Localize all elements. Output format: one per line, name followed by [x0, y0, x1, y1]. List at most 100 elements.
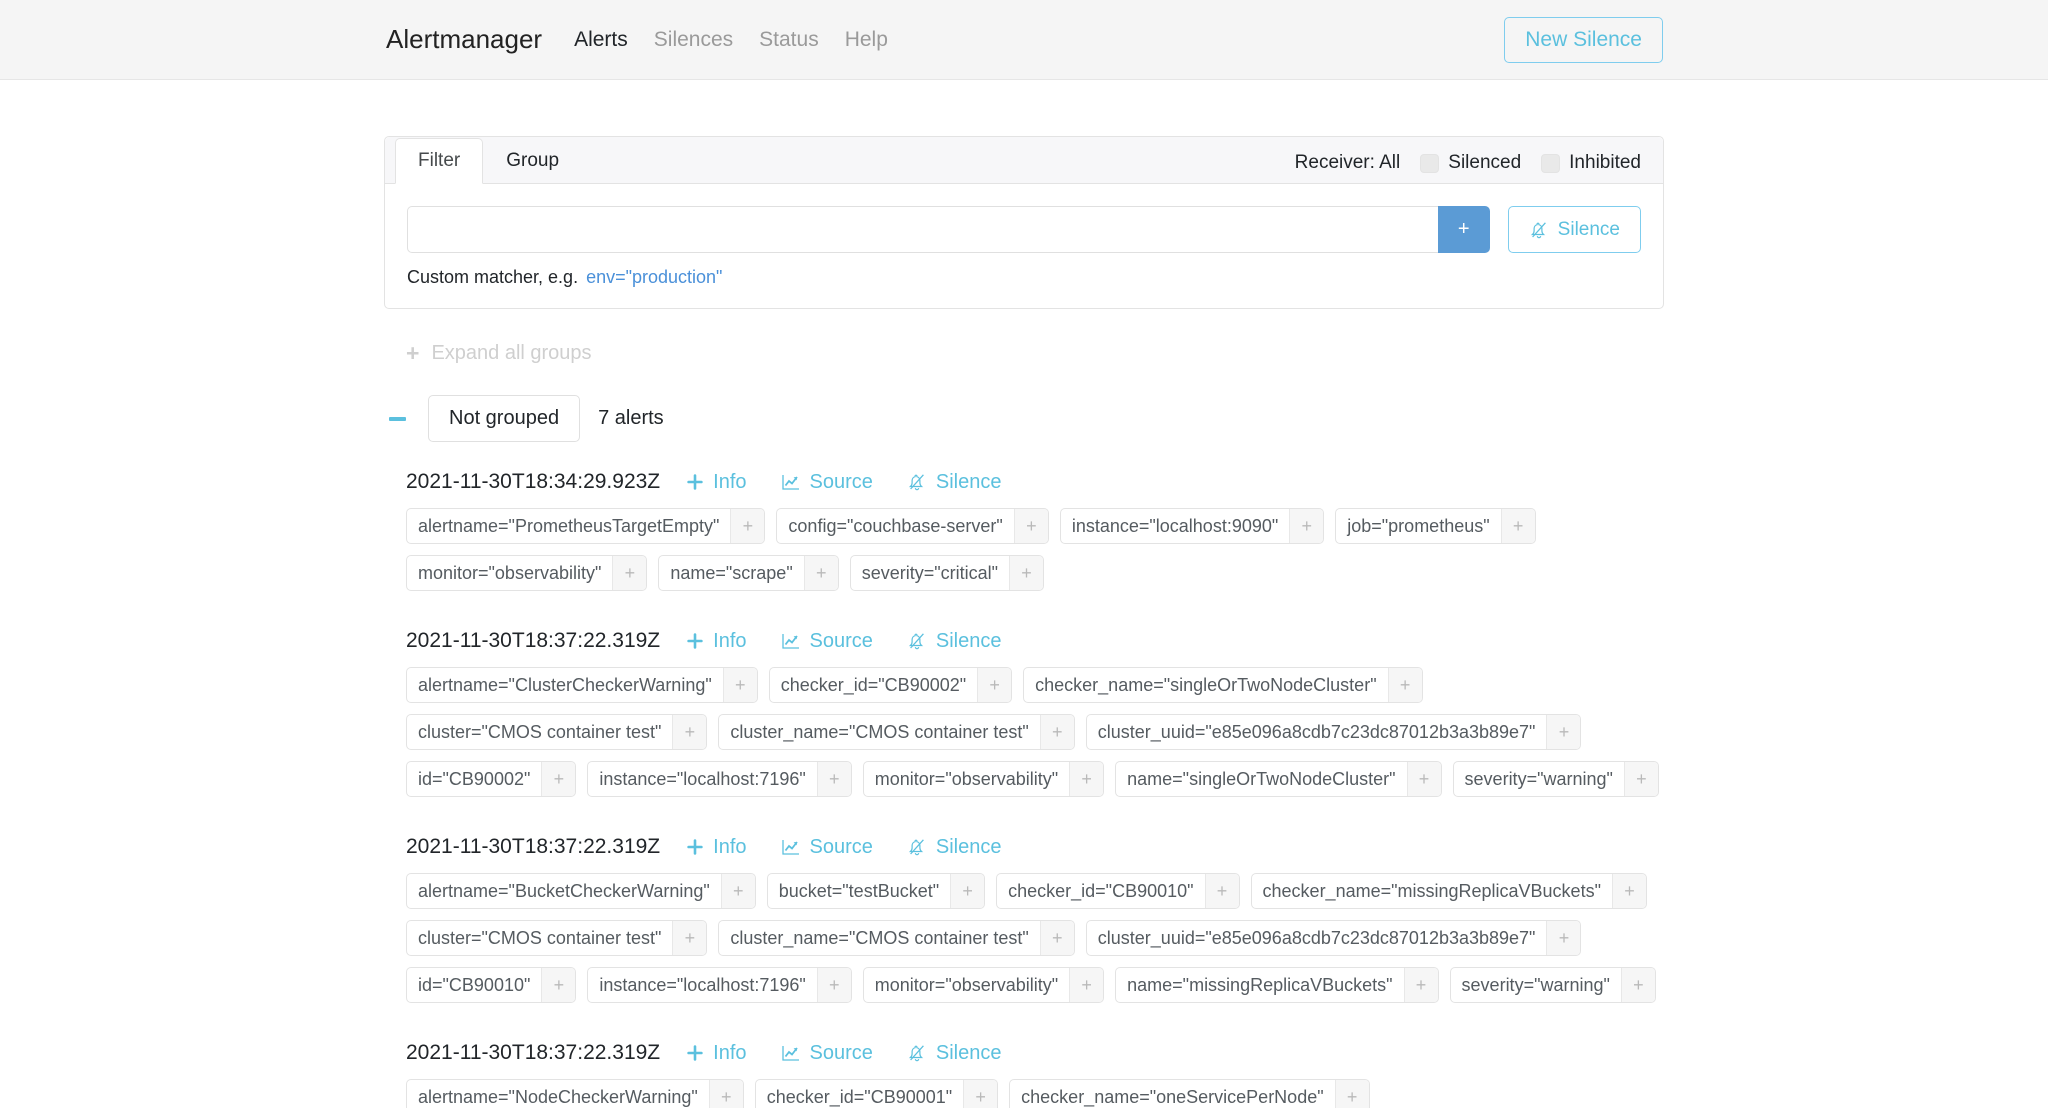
bell-slash-icon: [907, 472, 927, 492]
alert-timestamp: 2021-11-30T18:37:22.319Z: [406, 629, 661, 652]
alert-source-link[interactable]: Source: [781, 836, 873, 859]
alert-label-text: alertname="BucketCheckerWarning": [418, 880, 710, 901]
alert-label-text: name="missingReplicaVBuckets": [1127, 974, 1393, 995]
chart-line-icon: [781, 1044, 801, 1062]
add-label-filter-button[interactable]: +: [541, 762, 576, 796]
nav-link-status[interactable]: Status: [759, 28, 819, 52]
matcher-hint-example[interactable]: env="production": [586, 267, 722, 287]
add-label-filter-button[interactable]: +: [1403, 968, 1438, 1002]
silenced-checkbox-label: Silenced: [1448, 152, 1522, 173]
add-label-filter-button[interactable]: +: [1406, 762, 1441, 796]
filter-panel-body: + Silence Custom matcher, e.g. env="produ…: [385, 184, 1663, 308]
add-label-filter-button[interactable]: +: [720, 874, 755, 908]
alert-silence-label: Silence: [935, 1041, 1002, 1064]
add-label-filter-button[interactable]: +: [1611, 874, 1646, 908]
silenced-checkbox[interactable]: [1420, 153, 1440, 173]
add-label-filter-button[interactable]: +: [803, 556, 838, 590]
alert-label-text: severity="critical": [861, 562, 999, 583]
alert-label-chip: id="CB90002" +: [406, 761, 577, 797]
alert-label-chip: checker_id="CB90001" +: [754, 1079, 999, 1108]
alert-label-text: id="CB90010": [418, 974, 531, 995]
alert-header: 2021-11-30T18:37:22.319Z Info Source Silenc…: [406, 1041, 1664, 1065]
receiver-selector[interactable]: Receiver: All: [1295, 152, 1401, 174]
add-label-filter-button[interactable]: +: [963, 1080, 998, 1108]
add-label-filter-button[interactable]: +: [977, 668, 1012, 702]
alert-label-text: instance="localhost:7196": [599, 768, 806, 789]
add-label-filter-button[interactable]: +: [1069, 762, 1104, 796]
alert-label-text: checker_name="oneServicePerNode": [1021, 1086, 1324, 1107]
alert-source-link[interactable]: Source: [781, 630, 873, 653]
add-label-filter-button[interactable]: +: [1387, 668, 1422, 702]
silenced-checkbox-wrap[interactable]: Silenced: [1420, 152, 1521, 174]
alert-label-chip: monitor="observability" +: [406, 555, 648, 591]
alert-label-list: alertname="BucketCheckerWarning" + bucket=…: [406, 873, 1664, 1003]
alert-silence-button[interactable]: Silence: [907, 835, 1002, 859]
group-name-button[interactable]: Not grouped: [428, 395, 581, 442]
alert-silence-button[interactable]: Silence: [907, 471, 1001, 494]
alert-label-text: alertname="ClusterCheckerWarning": [418, 674, 712, 695]
inhibited-checkbox[interactable]: [1541, 153, 1561, 173]
add-label-filter-button[interactable]: +: [1620, 968, 1655, 1002]
add-label-filter-button[interactable]: +: [1013, 509, 1048, 543]
add-label-filter-button[interactable]: +: [1334, 1080, 1369, 1108]
chart-line-icon: [781, 632, 801, 650]
alert-label-chip: id="CB90010" +: [406, 967, 577, 1003]
add-label-filter-button[interactable]: +: [1204, 874, 1239, 908]
add-matcher-button[interactable]: +: [1437, 206, 1490, 253]
add-label-filter-button[interactable]: +: [1009, 556, 1044, 590]
add-label-filter-button[interactable]: +: [1069, 968, 1104, 1002]
alert-info-label: Info: [713, 1041, 747, 1064]
add-label-filter-button[interactable]: +: [816, 968, 851, 1002]
add-label-filter-button[interactable]: +: [1500, 509, 1535, 543]
alert-label-chip: alertname="BucketCheckerWarning" +: [406, 873, 756, 909]
add-label-filter-button[interactable]: +: [672, 715, 707, 749]
alert-item: 2021-11-30T18:37:22.319Z Info Source Silenc…: [406, 835, 1664, 1003]
alert-info-button[interactable]: Info: [686, 1041, 747, 1065]
inhibited-checkbox-label: Inhibited: [1569, 152, 1641, 173]
collapse-group-toggle[interactable]: [384, 416, 410, 421]
nav-link-silences[interactable]: Silences: [654, 28, 733, 52]
alert-info-button[interactable]: Info: [686, 630, 747, 653]
expand-all-groups-button[interactable]: + Expand all groups: [384, 342, 1664, 365]
add-label-filter-button[interactable]: +: [722, 668, 757, 702]
alert-label-chip: cluster_uuid="e85e096a8cdb7c23dc87012b3a…: [1085, 714, 1582, 750]
alert-source-label: Source: [809, 629, 873, 652]
new-silence-button[interactable]: New Silence: [1504, 16, 1663, 63]
add-label-filter-button[interactable]: +: [950, 874, 985, 908]
add-label-filter-button[interactable]: +: [1623, 762, 1658, 796]
alert-label-text: checker_id="CB90002": [780, 674, 967, 695]
tab-filter[interactable]: Filter: [395, 138, 484, 184]
matcher-input[interactable]: [407, 206, 1438, 253]
add-label-filter-button[interactable]: +: [1039, 715, 1074, 749]
nav-link-alerts[interactable]: Alerts: [574, 28, 628, 52]
alert-info-button[interactable]: Info: [686, 471, 747, 494]
add-label-filter-button[interactable]: +: [1039, 921, 1074, 955]
add-label-filter-button[interactable]: +: [612, 556, 647, 590]
alert-source-link[interactable]: Source: [781, 1042, 873, 1065]
alert-label-chip: checker_name="oneServicePerNode" +: [1009, 1079, 1370, 1108]
app-brand[interactable]: Alertmanager: [386, 24, 542, 55]
alert-label-text: instance="localhost:9090": [1071, 515, 1279, 536]
alert-silence-label: Silence: [935, 835, 1002, 858]
add-label-filter-button[interactable]: +: [541, 968, 576, 1002]
alert-info-button[interactable]: Info: [686, 836, 747, 859]
add-label-filter-button[interactable]: +: [816, 762, 851, 796]
tab-group[interactable]: Group: [483, 138, 582, 184]
add-label-filter-button[interactable]: +: [1289, 509, 1324, 543]
alert-header: 2021-11-30T18:37:22.319Z Info Source Silenc…: [406, 629, 1664, 653]
add-label-filter-button[interactable]: +: [1546, 921, 1581, 955]
minus-icon: [388, 416, 406, 421]
add-label-filter-button[interactable]: +: [672, 921, 707, 955]
alert-source-link[interactable]: Source: [781, 471, 873, 494]
add-label-filter-button[interactable]: +: [730, 509, 765, 543]
alert-timestamp: 2021-11-30T18:34:29.923Z: [406, 470, 661, 493]
plus-icon: [686, 632, 704, 650]
alert-silence-button[interactable]: Silence: [907, 630, 1001, 653]
alert-label-chip: monitor="observability" +: [862, 967, 1105, 1003]
silence-filter-button[interactable]: Silence: [1507, 206, 1641, 253]
add-label-filter-button[interactable]: +: [1546, 715, 1581, 749]
inhibited-checkbox-wrap[interactable]: Inhibited: [1541, 152, 1641, 174]
nav-link-help[interactable]: Help: [845, 28, 888, 52]
alert-silence-button[interactable]: Silence: [907, 1041, 1002, 1065]
add-label-filter-button[interactable]: +: [708, 1080, 743, 1108]
